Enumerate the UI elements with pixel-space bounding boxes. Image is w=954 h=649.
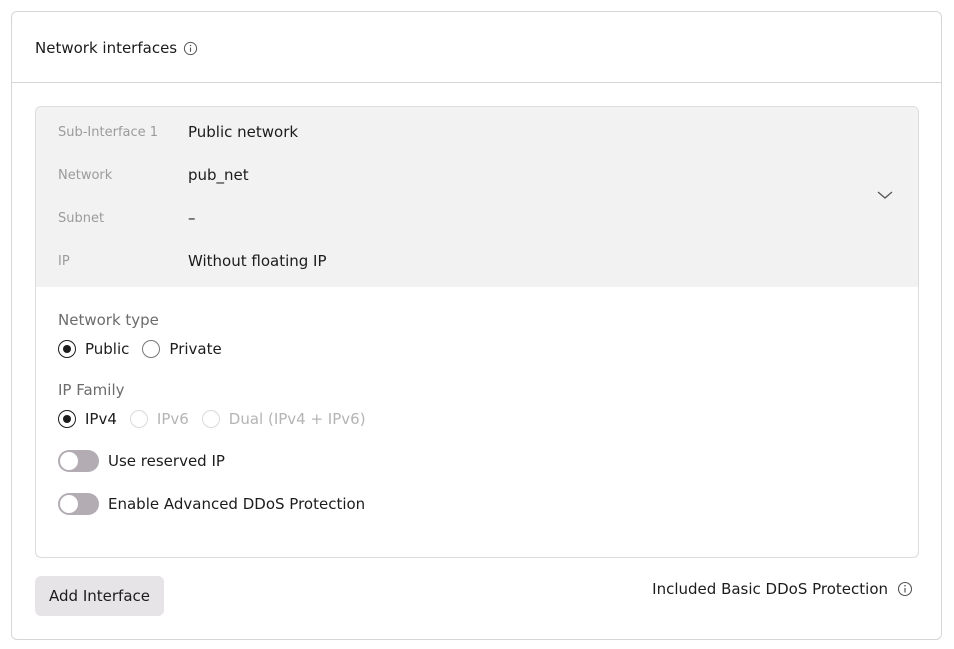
radio-dual: Dual (IPv4 + IPv6) — [201, 410, 366, 428]
basic-ddos-note: Included Basic DDoS Protection — [652, 580, 913, 598]
summary-key: Subnet — [58, 210, 105, 226]
radio-button — [201, 410, 220, 428]
radio-ipv6: IPv6 — [129, 410, 189, 428]
radio-label: Public — [85, 340, 130, 358]
advanced-ddos-toggle[interactable]: Enable Advanced DDoS Protection — [58, 493, 365, 515]
radio-button[interactable] — [58, 410, 76, 428]
network-type-label: Network type — [58, 311, 159, 329]
radio-button[interactable] — [142, 340, 161, 358]
summary-key: IP — [58, 253, 70, 269]
radio-label: IPv4 — [85, 410, 117, 428]
summary-row-subnet: Subnet – — [58, 208, 196, 228]
toggle-switch[interactable] — [58, 493, 99, 515]
info-icon[interactable] — [182, 40, 198, 56]
radio-ipv4[interactable]: IPv4 — [58, 410, 117, 428]
summary-value: Public network — [188, 123, 299, 141]
radio-label: Dual (IPv4 + IPv6) — [228, 410, 366, 428]
summary-row-subinterface: Sub-Interface 1 Public network — [58, 122, 298, 142]
use-reserved-ip-toggle[interactable]: Use reserved IP — [58, 450, 225, 472]
summary-value: – — [188, 209, 196, 227]
summary-key: Sub-Interface 1 — [58, 124, 159, 140]
ip-family-label: IP Family — [58, 381, 125, 399]
add-interface-button[interactable]: Add Interface — [35, 576, 164, 616]
summary-row-network: Network pub_net — [58, 165, 249, 185]
sub-interface-summary[interactable]: Sub-Interface 1 Public network Network p… — [36, 107, 918, 287]
card-title: Network interfaces — [35, 39, 198, 57]
sub-interface-panel: Sub-Interface 1 Public network Network p… — [35, 106, 919, 558]
network-type-radio-group: Public Private — [58, 339, 235, 359]
toggle-label: Enable Advanced DDoS Protection — [108, 495, 366, 513]
toggle-label: Use reserved IP — [108, 452, 225, 470]
summary-row-ip: IP Without floating IP — [58, 251, 327, 271]
ip-family-radio-group: IPv4 IPv6 Dual (IPv4 + IPv6) — [58, 409, 379, 429]
basic-ddos-text: Included Basic DDoS Protection — [652, 580, 888, 598]
radio-label: IPv6 — [156, 410, 189, 428]
summary-key: Network — [58, 167, 113, 183]
toggle-switch[interactable] — [58, 450, 99, 472]
radio-private[interactable]: Private — [142, 340, 222, 358]
radio-public[interactable]: Public — [58, 340, 129, 358]
summary-value: pub_net — [188, 166, 249, 184]
summary-value: Without floating IP — [188, 252, 327, 270]
card-header: Network interfaces — [12, 12, 941, 83]
radio-label: Private — [169, 340, 222, 358]
info-icon[interactable] — [897, 581, 913, 597]
chevron-down-icon[interactable] — [876, 189, 894, 201]
radio-button — [129, 410, 148, 428]
network-interfaces-card: Network interfaces Sub-Interface 1 Publi… — [11, 11, 942, 640]
radio-button[interactable] — [58, 340, 76, 358]
card-title-text: Network interfaces — [35, 39, 178, 57]
